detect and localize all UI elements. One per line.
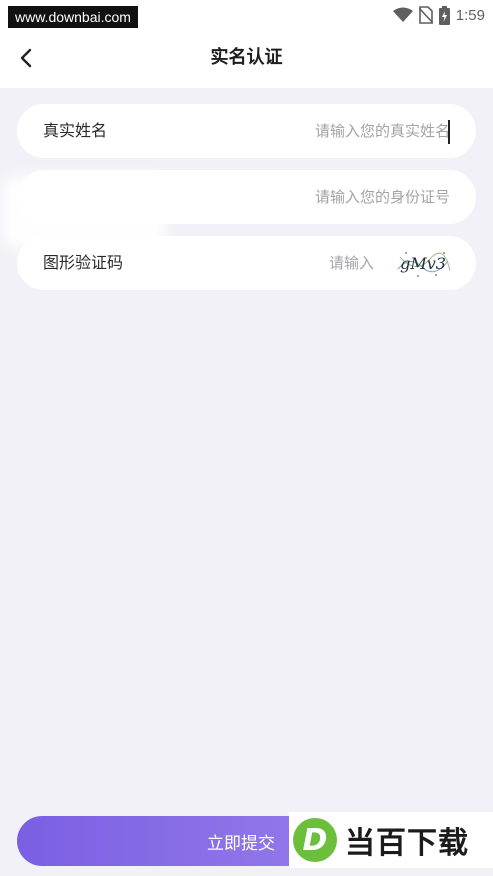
status-bar: www.downbai.com 1:59 [0, 0, 493, 30]
id-number-input[interactable] [210, 182, 450, 212]
status-time: 1:59 [455, 6, 485, 24]
captcha-field-label: 图形验证码 [43, 253, 124, 272]
watermark-url: www.downbai.com [8, 6, 138, 28]
brand-logo-icon: D [293, 818, 337, 862]
name-field-label: 真实姓名 [43, 121, 108, 140]
captcha-input[interactable] [254, 248, 374, 278]
verification-form: 真实姓名 图形验证码 gMv3 [11, 104, 476, 302]
captcha-text: gMv3 [400, 254, 446, 273]
header: 实名认证 [0, 30, 493, 88]
brand-text: 当百下载 [345, 826, 469, 861]
back-button[interactable] [10, 42, 42, 74]
blurred-label-patch [11, 184, 157, 240]
name-field-row: 真实姓名 [17, 104, 476, 158]
text-cursor [448, 120, 450, 144]
captcha-image[interactable]: gMv3 [396, 247, 450, 279]
id-field-row [11, 170, 476, 240]
status-icons: 1:59 [392, 4, 485, 26]
wifi-icon [392, 7, 413, 23]
screen: www.downbai.com 1:59 实名认证 真实姓名 请输入您的真实姓名… [0, 0, 493, 876]
captcha-field-row: 图形验证码 gMv3 [17, 236, 476, 290]
brand-watermark: D 当百下载 [289, 812, 493, 868]
no-sim-icon [418, 6, 433, 24]
page-title: 实名认证 [210, 47, 283, 68]
battery-charging-icon [438, 5, 450, 25]
name-input[interactable] [210, 116, 450, 146]
chevron-left-icon [20, 48, 32, 68]
